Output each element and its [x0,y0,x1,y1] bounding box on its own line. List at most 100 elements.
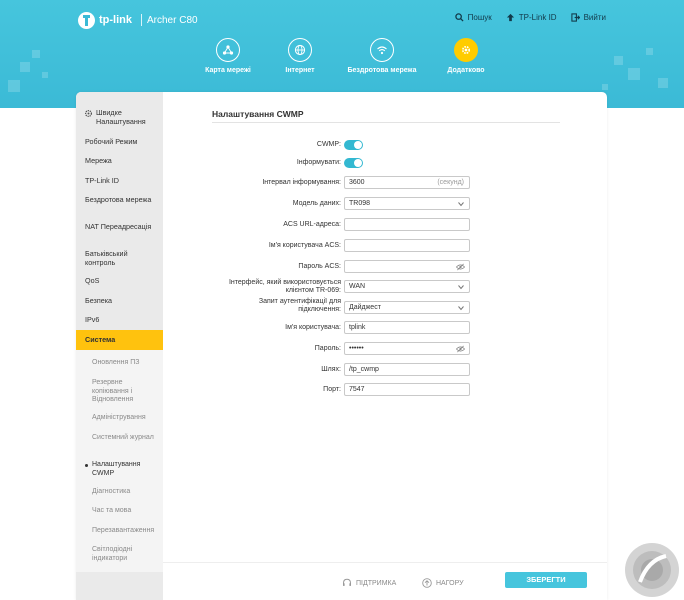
interval-label: Інтервал інформування: [262,179,341,186]
decor-square [8,80,20,92]
support-button[interactable]: ПІДТРИМКА [342,578,396,588]
sidebar-item-network[interactable]: Мережа [76,156,163,165]
auth-request-select[interactable]: Дайджест [344,301,470,314]
decor-square [646,48,653,55]
acs-password-label: Пароль ACS: [298,263,341,270]
page-title: Налаштування CWMP [212,109,304,119]
sidebar-item-ipv6[interactable]: IPv6 [76,315,163,324]
interval-unit: (секунд) [437,179,464,186]
password-label: Пароль: [314,345,341,352]
chevron-down-icon [458,285,464,290]
sidebar-item-nat[interactable]: NAT Переадресація [76,222,163,231]
arrow-up-icon [422,578,432,588]
row-cwmp: CWMP: [163,138,607,152]
nav-wireless[interactable]: Бездротова мережа [344,38,420,75]
sidebar-item-label: NAT Переадресація [85,222,152,231]
path-value: /tp_cwmp [349,366,379,373]
gear-icon [454,38,478,62]
row-password: Пароль: •••••• [163,342,607,356]
sidebar-subitem-label: Системний журнал [92,434,154,441]
eye-hidden-icon[interactable] [456,263,465,271]
sidebar-subitem-cwmp[interactable]: Налаштування CWMP [76,461,163,478]
router-admin-page: tp-link Archer C80 Пошук TP-Link ID Вийт… [0,0,684,600]
top-links: Пошук TP-Link ID Вийти [454,13,606,22]
search-label: Пошук [467,13,492,22]
sidebar-subitem-led[interactable]: Світлодіодні індикатори [76,546,163,563]
decor-square [658,78,668,88]
sidebar-subitem-system-log[interactable]: Системний журнал [76,434,163,443]
sidebar-item-tplink-id[interactable]: TP-Link ID [76,176,163,185]
tp-link-logo-icon [78,11,95,29]
tplink-id-label: TP-Link ID [518,13,557,22]
port-input[interactable]: 7547 [344,383,470,396]
interval-value: 3600 [349,179,365,186]
decor-square [32,50,40,58]
inform-toggle[interactable] [344,158,363,168]
sidebar-item-label: Швидке Налаштування [96,108,146,126]
eye-hidden-icon[interactable] [456,345,465,353]
search-link[interactable]: Пошук [454,13,492,22]
sidebar-subitem-label: Налаштування CWMP [92,461,141,477]
data-model-select[interactable]: TR098 [344,197,470,210]
sidebar-subitem-administration[interactable]: Адміністрування [76,414,163,423]
acs-password-input[interactable] [344,260,470,273]
brand-name: tp-link [99,14,132,26]
current-page-dot [85,464,88,467]
row-acs-password: Пароль ACS: [163,260,607,274]
sidebar-item-quick-setup[interactable]: Швидке Налаштування [76,108,163,126]
sidebar-subitem-label: Адміністрування [92,414,146,421]
row-interface: Інтерфейс, який використовується клієнто… [163,279,607,294]
nav-internet[interactable]: Інтернет [262,38,338,75]
nav-advanced[interactable]: Додатково [428,38,504,75]
sidebar-subitem-backup[interactable]: Резервне копіювання і Відновлення [76,379,163,405]
interface-label: Інтерфейс, який використовується клієнто… [228,279,341,294]
inform-label: Інформувати: [296,159,341,166]
main-nav: Карта мережі Інтернет Бездротова мережа … [190,38,494,108]
cloud-user-icon [506,13,514,22]
row-acs-url: ACS URL-адреса: [163,218,607,232]
sidebar-subitem-firmware[interactable]: Оновлення ПЗ [76,359,163,368]
sidebar-item-operation-mode[interactable]: Робочий Режим [76,137,163,146]
sidebar-subitem-label: Резервне копіювання і Відновлення [92,379,134,403]
row-inform: Інформувати: [163,156,607,170]
sidebar-item-qos[interactable]: QoS [76,276,163,285]
sidebar-subitem-label: Час та мова [92,507,132,514]
sidebar: Швидке Налаштування Робочий Режим Мережа… [76,92,163,600]
sidebar-subitem-reboot[interactable]: Перезавантаження [76,527,163,536]
sidebar-subitem-time-language[interactable]: Час та мова [76,507,163,516]
password-input[interactable]: •••••• [344,342,470,355]
port-label: Порт: [323,386,341,393]
tplink-id-link[interactable]: TP-Link ID [506,13,557,22]
logout-link[interactable]: Вийти [570,13,606,22]
gecid-watermark-logo [625,543,679,597]
tp-link-logo[interactable]: tp-link Archer C80 [78,10,198,30]
nav-label: Інтернет [285,67,315,74]
support-label: ПІДТРИМКА [356,579,397,587]
acs-url-label: ACS URL-адреса: [283,221,341,228]
sidebar-item-label: Система [85,335,116,344]
sidebar-item-parental-controls[interactable]: Батьківський контроль [76,249,163,267]
username-input[interactable]: tplink [344,321,470,334]
sidebar-subitem-label: Оновлення ПЗ [92,359,140,366]
row-path: Шлях: /tp_cwmp [163,363,607,377]
sidebar-submenu-system: Оновлення ПЗ Резервне копіювання і Відно… [76,350,163,572]
nav-network-map[interactable]: Карта мережі [190,38,266,75]
cwmp-toggle[interactable] [344,140,363,150]
sidebar-subitem-diagnostics[interactable]: Діагностика [76,488,163,497]
acs-username-input[interactable] [344,239,470,252]
chevron-down-icon [458,202,464,207]
save-button[interactable]: ЗБЕРЕГТИ [505,572,587,588]
sidebar-item-security[interactable]: Безпека [76,296,163,305]
sidebar-item-system[interactable]: Система [76,330,163,350]
network-map-icon [216,38,240,62]
acs-url-input[interactable] [344,218,470,231]
back-to-top-button[interactable]: НАГОРУ [422,578,464,588]
data-model-value: TR098 [349,200,371,207]
decor-square [614,56,623,65]
sidebar-item-label: Робочий Режим [85,137,138,146]
logout-label: Вийти [583,13,606,22]
interval-input[interactable]: 3600 (секунд) [344,176,470,189]
path-input[interactable]: /tp_cwmp [344,363,470,376]
interface-select[interactable]: WAN [344,280,470,293]
sidebar-item-wireless[interactable]: Бездротова мережа [76,195,163,204]
